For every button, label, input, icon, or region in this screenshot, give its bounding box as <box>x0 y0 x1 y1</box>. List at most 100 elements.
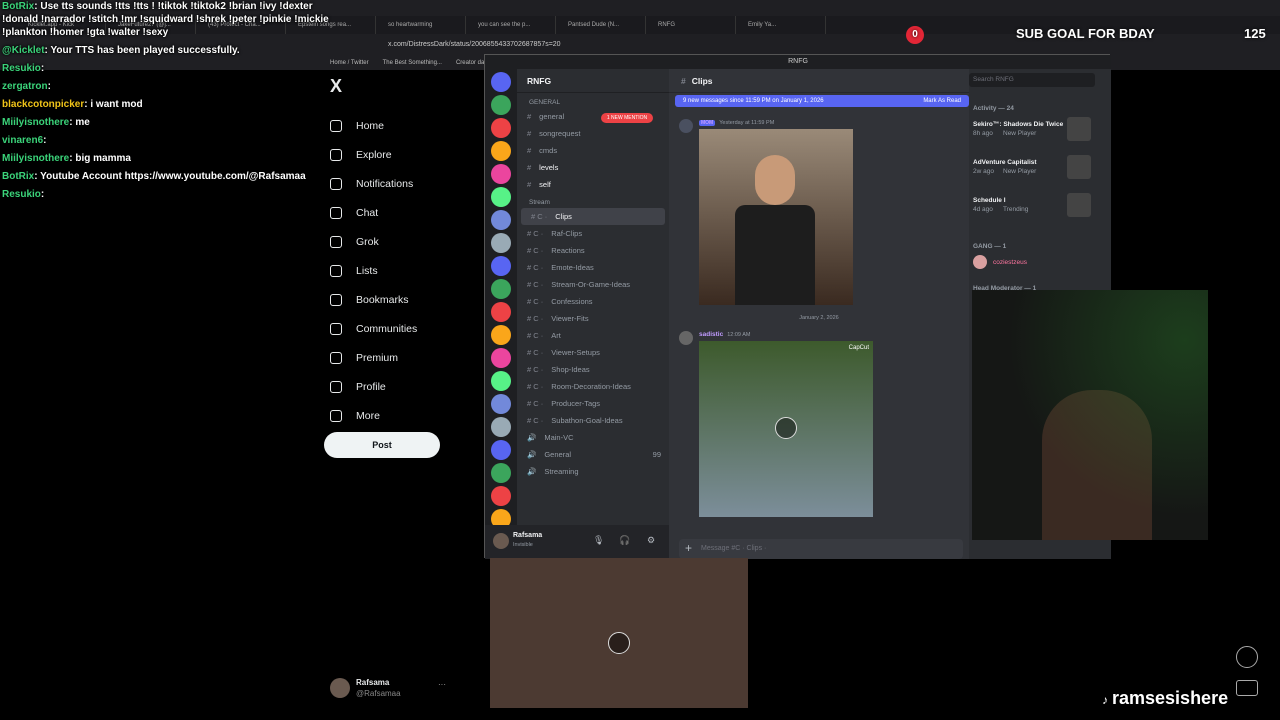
voice-channel-general[interactable]: 🔊 General 99 <box>517 446 669 463</box>
nav-item-profile[interactable]: Profile <box>322 372 462 401</box>
add-attachment-icon[interactable]: + <box>685 541 692 555</box>
server-icon[interactable] <box>491 233 511 253</box>
avatar[interactable] <box>679 331 693 345</box>
activity-title[interactable]: Sekiro™: Shadows Die Twice <box>973 121 1063 128</box>
nav-item-chat[interactable]: Chat <box>322 198 462 227</box>
gear-icon[interactable]: ⚙ <box>647 535 655 546</box>
avatar[interactable] <box>973 255 987 269</box>
server-icon[interactable] <box>491 95 511 115</box>
url-bar[interactable]: x.com/DistressDark/status/20068554337026… <box>372 38 892 52</box>
activity-art[interactable] <box>1067 193 1091 217</box>
server-icon[interactable] <box>491 72 511 92</box>
grok-icon[interactable] <box>1236 646 1258 668</box>
server-icon[interactable] <box>491 371 511 391</box>
server-icon[interactable] <box>491 463 511 483</box>
more-icon[interactable]: ··· <box>438 680 446 689</box>
channel-cmds[interactable]: # cmds <box>517 142 669 159</box>
channel-self[interactable]: # self <box>517 176 669 193</box>
server-icon[interactable] <box>491 279 511 299</box>
channel-reactions[interactable]: # C · Reactions <box>517 242 669 259</box>
new-messages-bar[interactable]: 9 new messages since 11:59 PM on January… <box>675 95 969 107</box>
browser-tab[interactable]: you can see the p... <box>468 16 556 34</box>
server-icon[interactable] <box>491 302 511 322</box>
message-video[interactable]: CapCut <box>699 341 873 517</box>
nav-item-explore[interactable]: Explore <box>322 140 462 169</box>
nav-item-notifications[interactable]: Notifications <box>322 169 462 198</box>
activity-title[interactable]: AdVenture Capitalist <box>973 159 1037 166</box>
nav-item-grok[interactable]: Grok <box>322 227 462 256</box>
browser-tab[interactable]: Emily Ya... <box>738 16 826 34</box>
chat-line: @Kicklet: Your TTS has been played succe… <box>2 44 332 57</box>
server-icon[interactable] <box>491 417 511 437</box>
channel-viewer-setups[interactable]: # C · Viewer-Setups <box>517 344 669 361</box>
nav-item-lists[interactable]: Lists <box>322 256 462 285</box>
channel-producer-tags[interactable]: # C · Producer-Tags <box>517 395 669 412</box>
server-icon[interactable] <box>491 187 511 207</box>
voice-channel-streaming[interactable]: 🔊 Streaming <box>517 463 669 480</box>
avatar[interactable] <box>679 119 693 133</box>
video-thumbnail[interactable] <box>490 558 748 708</box>
bookmark-item[interactable]: Home / Twitter <box>330 56 369 70</box>
nav-item-more[interactable]: More <box>322 401 462 430</box>
x-icon <box>330 351 342 364</box>
browser-tab[interactable]: RNFG <box>648 16 736 34</box>
channel-subathon-goal-ideas[interactable]: # C · Subathon-Goal-Ideas <box>517 412 669 429</box>
channel-viewer-fits[interactable]: # C · Viewer-Fits <box>517 310 669 327</box>
server-icon[interactable] <box>491 394 511 414</box>
nav-item-home[interactable]: Home <box>322 111 462 140</box>
search-input[interactable]: Search RNFG <box>969 73 1095 87</box>
channel-raf-clips[interactable]: # C · Raf-Clips <box>517 225 669 242</box>
voice-channel-main-vc[interactable]: 🔊 Main-VC <box>517 429 669 446</box>
browser-tab[interactable]: Pantsed Dude (N... <box>558 16 646 34</box>
channel-clips[interactable]: # C · Clips <box>521 208 665 225</box>
channel-art[interactable]: # C · Art <box>517 327 669 344</box>
channel-confessions[interactable]: # C · Confessions <box>517 293 669 310</box>
play-icon[interactable] <box>608 632 630 654</box>
account-switcher[interactable]: Rafsama @Rafsamaa ··· <box>330 676 460 706</box>
channel-levels[interactable]: # levels <box>517 159 669 176</box>
nav-item-bookmarks[interactable]: Bookmarks <box>322 285 462 314</box>
server-icon[interactable] <box>491 210 511 230</box>
mic-icon[interactable]: 🎙 <box>593 535 604 546</box>
activity-art[interactable] <box>1067 117 1091 141</box>
category-stream[interactable]: Stream <box>517 193 669 208</box>
x-logo[interactable]: X <box>330 76 462 97</box>
server-icon[interactable] <box>491 118 511 138</box>
nav-item-label: Lists <box>356 264 378 277</box>
activity-art[interactable] <box>1067 155 1091 179</box>
server-icon[interactable] <box>491 256 511 276</box>
channel-emote-ideas[interactable]: # C · Emote-Ideas <box>517 259 669 276</box>
channel-songrequest[interactable]: # songrequest <box>517 125 669 142</box>
messages-icon[interactable] <box>1236 680 1258 696</box>
stream-chat-overlay: BotRix: Use tts sounds !tts !tts ! !tikt… <box>2 0 332 250</box>
server-icon[interactable] <box>491 348 511 368</box>
server-icon[interactable] <box>491 486 511 506</box>
message-author[interactable]: sadistic 12:09 AM <box>699 331 750 338</box>
speaker-icon: 🔊 <box>527 467 537 476</box>
browser-tab[interactable]: so heartwarming <box>378 16 466 34</box>
category-general[interactable]: GENERAL <box>517 93 669 108</box>
channel-stream-or-game-ideas[interactable]: # C · Stream-Or-Game-Ideas <box>517 276 669 293</box>
nav-item-premium[interactable]: Premium <box>322 343 462 372</box>
headphones-icon[interactable]: 🎧 <box>619 535 630 546</box>
image-subject-shirt <box>735 205 815 305</box>
server-icon[interactable] <box>491 440 511 460</box>
mark-as-read-button[interactable]: Mark As Read <box>923 95 961 107</box>
server-icon[interactable] <box>491 141 511 161</box>
play-icon[interactable] <box>775 417 797 439</box>
message-author[interactable]: MOM Yesterday at 11:59 PM <box>699 119 774 126</box>
message-image[interactable] <box>699 129 853 305</box>
server-icon[interactable] <box>491 325 511 345</box>
message-input[interactable]: Message #C · Clips · <box>679 539 963 559</box>
server-name[interactable]: RNFG <box>517 69 669 93</box>
nav-item-communities[interactable]: Communities <box>322 314 462 343</box>
avatar[interactable] <box>493 533 509 549</box>
post-button[interactable]: Post <box>324 432 440 458</box>
member-name[interactable]: coziestzeus <box>993 259 1027 266</box>
mention-badge[interactable]: 1 NEW MENTION <box>601 113 653 123</box>
bookmark-item[interactable]: The Best Something... <box>383 56 442 70</box>
channel-room-decoration-ideas[interactable]: # C · Room-Decoration-Ideas <box>517 378 669 395</box>
server-icon[interactable] <box>491 164 511 184</box>
activity-title[interactable]: Schedule I <box>973 197 1006 204</box>
channel-shop-ideas[interactable]: # C · Shop-Ideas <box>517 361 669 378</box>
